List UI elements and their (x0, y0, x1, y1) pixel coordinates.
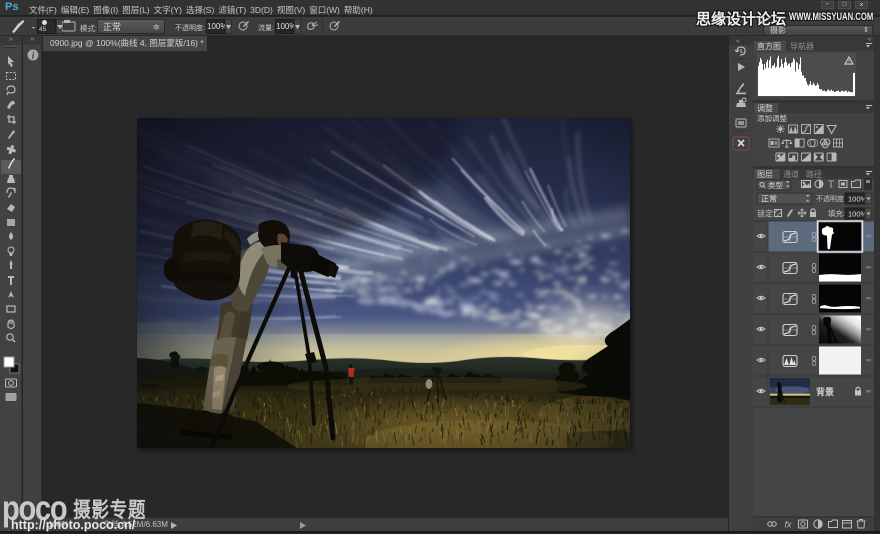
svg-text:通道: 通道 (783, 169, 799, 179)
svg-text:fx: fx (784, 520, 792, 530)
svg-text:填充:: 填充: (828, 208, 845, 218)
svg-text:路径: 路径 (806, 169, 822, 179)
svg-text:导航器: 导航器 (790, 41, 814, 51)
svg-text:正常: 正常 (761, 195, 777, 204)
svg-text:直方图: 直方图 (757, 41, 781, 51)
svg-text:锁定:: 锁定: (757, 209, 775, 219)
svg-text:背景: 背景 (816, 386, 834, 397)
svg-text:«: « (736, 38, 740, 45)
svg-text:T: T (828, 180, 834, 191)
svg-text:添加调整: 添加调整 (757, 113, 787, 123)
svg-text:调整: 调整 (757, 103, 773, 113)
svg-text:类型: 类型 (768, 180, 783, 190)
svg-text:不透明度:: 不透明度: (816, 194, 846, 203)
svg-text:图层: 图层 (757, 170, 773, 179)
